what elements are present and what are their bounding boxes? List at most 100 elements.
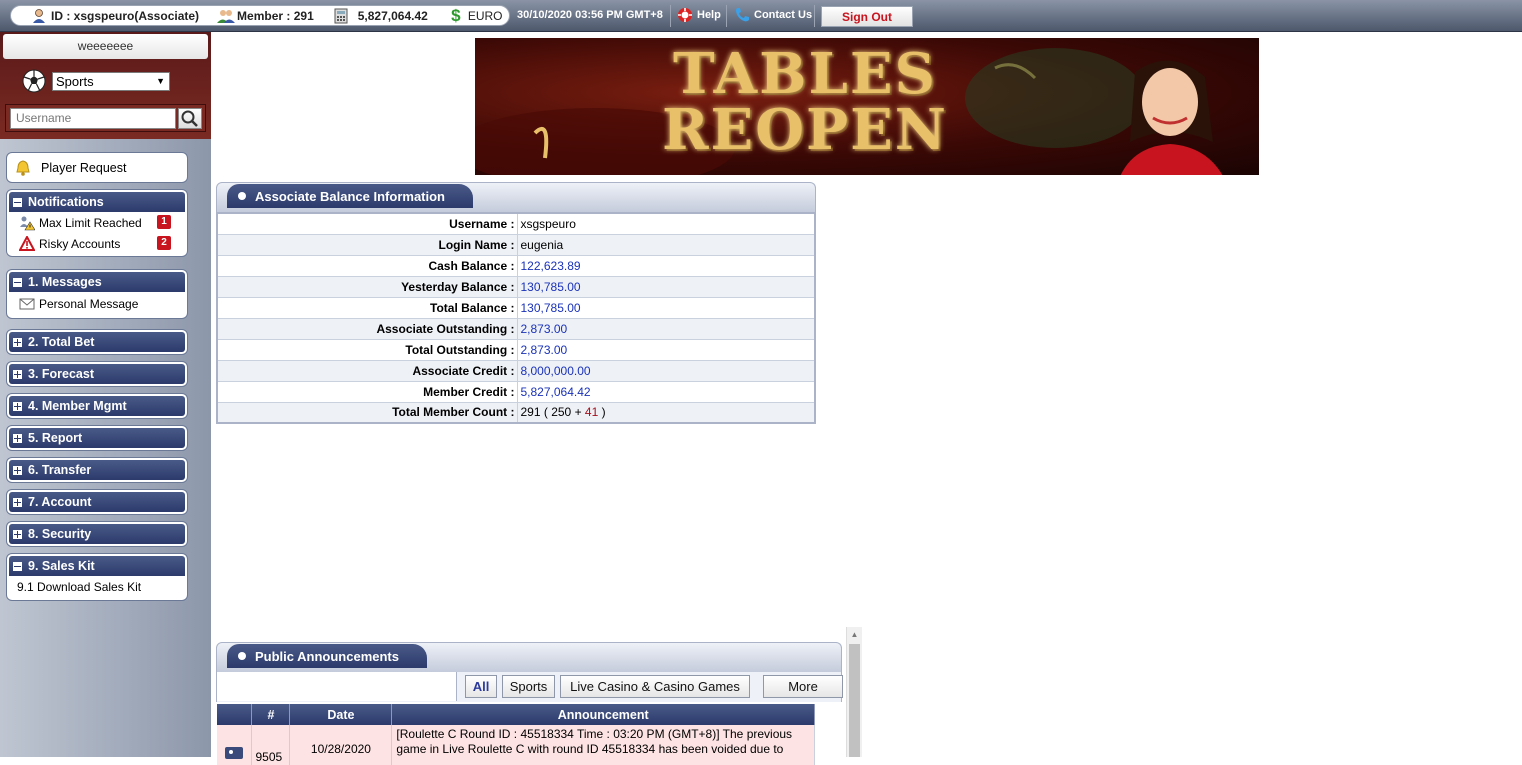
table-row: Yesterday Balance :130,785.00 [217,276,815,298]
sidebar: weeeeeee Sports ▼ Username Player Reques… [0,32,211,757]
announcement-number: 9505 [251,725,291,765]
menu-report[interactable]: 5. Report [7,426,187,450]
user-icon [31,8,47,24]
menu-forecast[interactable]: 3. Forecast [7,362,187,386]
expand-icon [13,337,22,347]
table-row[interactable]: 9505 10/28/2020 [Roulette C Round ID : 4… [217,725,815,765]
banner-title: TABLES REOPEN [662,41,948,163]
dealer-illustration [1120,60,1223,175]
contact-us-link[interactable]: Contact Us [734,7,812,23]
column-header-icon [217,704,253,725]
help-icon [677,7,693,23]
username-search-input[interactable]: Username [10,108,176,129]
table-row: Total Outstanding :2,873.00 [217,339,815,361]
scroll-thumb[interactable] [849,644,860,757]
notification-risky-accounts[interactable]: Risky Accounts 2 [9,233,185,254]
promo-banner[interactable]: TABLES REOPEN [475,38,1259,175]
help-link[interactable]: Help [677,7,721,23]
members-icon [217,8,236,24]
filter-more-button[interactable]: More [763,675,843,698]
balance-table: Username : xsgspeuro Login Name : eugenia … [216,212,816,424]
bullet-icon [238,652,246,660]
section-header: Public Announcements [216,642,842,672]
sales-kit-panel-header[interactable]: 9. Sales Kit [9,556,185,576]
announcement-filter-bar: All Sports Live Casino & Casino Games Mo… [216,672,843,702]
table-row: Member Credit :5,827,064.42 [217,381,815,403]
menu-account[interactable]: 7. Account [7,490,187,514]
user-display-name: weeeeeee [3,34,208,59]
account-info-bar: ID : xsgspeuro(Associate) Member : 291 5… [10,5,510,26]
filter-all-button[interactable]: All [465,675,497,698]
table-row: Associate Credit :8,000,000.00 [217,360,815,382]
member-count: Member : 291 [217,8,314,24]
menu-total-bet-header[interactable]: 2. Total Bet [9,332,185,352]
notifications-panel-header[interactable]: Notifications [9,192,185,212]
announcement-type-cell [217,725,253,765]
notification-count-badge: 2 [157,236,171,250]
menu-member-mgmt[interactable]: 4. Member Mgmt [7,394,187,418]
soccer-ball-icon [22,69,46,93]
warning-user-icon [19,215,36,231]
notification-max-limit[interactable]: Max Limit Reached 1 [9,212,185,233]
column-header-number: # [251,704,291,725]
menu-total-bet[interactable]: 2. Total Bet [7,330,187,354]
warning-triangle-icon [18,234,36,252]
product-select[interactable]: Sports ▼ [52,72,170,91]
envelope-icon [19,296,35,312]
filter-sports-button[interactable]: Sports [502,675,555,698]
menu-security[interactable]: 8. Security [7,522,187,546]
table-row: Username : xsgspeuro [217,213,815,235]
table-header-row: # Date Announcement [217,704,815,725]
divider [670,5,671,27]
section-header: Associate Balance Information [216,182,816,212]
divider [726,5,727,27]
calculator-icon [334,8,350,24]
expand-icon [13,369,22,379]
collapse-icon [13,197,22,207]
menu-account-header[interactable]: 7. Account [9,492,185,512]
scroll-up-arrow-icon[interactable]: ▲ [847,627,862,642]
search-button[interactable] [178,108,202,129]
menu-forecast-header[interactable]: 3. Forecast [9,364,185,384]
collapse-icon [13,277,22,287]
search-icon [179,110,201,131]
expand-icon [13,529,22,539]
dollar-icon: $ [451,5,461,25]
section-title-tab: Associate Balance Information [227,184,473,208]
menu-transfer-header[interactable]: 6. Transfer [9,460,185,480]
menu-member-mgmt-header[interactable]: 4. Member Mgmt [9,396,185,416]
table-row: Cash Balance :122,623.89 [217,255,815,277]
messages-panel-header[interactable]: 1. Messages [9,272,185,292]
sign-out-button[interactable]: Sign Out [821,6,913,27]
announcements-table: # Date Announcement 9505 10/28/2020 [Rou… [217,704,815,765]
expand-icon [13,401,22,411]
menu-security-header[interactable]: 8. Security [9,524,185,544]
announcement-text: [Roulette C Round ID : 45518334 Time : 0… [391,725,815,765]
account-id: ID : xsgspeuro(Associate) [31,8,199,24]
public-announcements-section: Public Announcements All Sports Live Cas… [216,642,843,765]
associate-balance-section: Associate Balance Information Username :… [216,182,816,428]
notifications-panel: Notifications Max Limit Reached 1 Risky … [7,190,187,256]
divider [814,5,815,27]
username-search: Username [5,104,206,132]
filter-spacer [217,672,457,701]
player-request-button[interactable]: Player Request [7,153,187,182]
top-bar: ID : xsgspeuro(Associate) Member : 291 5… [0,0,1522,32]
personal-message-link[interactable]: Personal Message [9,292,185,316]
menu-report-header[interactable]: 5. Report [9,428,185,448]
notification-count-badge: 1 [157,215,171,229]
expand-icon [13,465,22,475]
column-header-announcement: Announcement [391,704,815,725]
bell-icon [15,159,31,176]
expand-icon [13,497,22,507]
filter-live-casino-button[interactable]: Live Casino & Casino Games [560,675,750,698]
bullet-icon [238,192,246,200]
total-member-count: 291 ( 250 + 41 ) [517,402,815,424]
phone-icon [734,7,750,23]
chevron-down-icon: ▼ [156,76,165,86]
column-header-date: Date [289,704,393,725]
announcements-scrollbar[interactable]: ▲ [846,627,862,757]
menu-transfer[interactable]: 6. Transfer [7,458,187,482]
announcement-icon [225,747,243,762]
download-sales-kit-link[interactable]: 9.1 Download Sales Kit [9,576,185,598]
